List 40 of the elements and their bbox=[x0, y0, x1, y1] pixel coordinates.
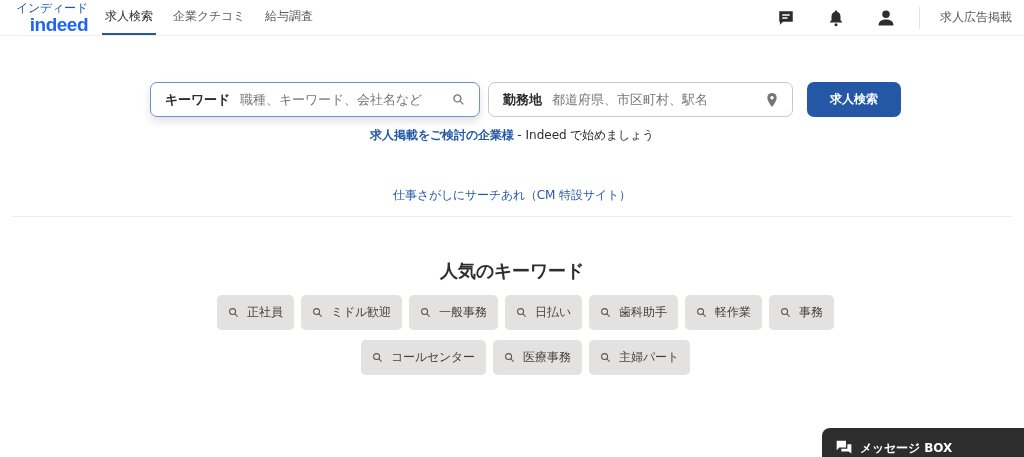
message-box-button[interactable]: メッセージ BOX bbox=[822, 428, 1024, 457]
message-icon[interactable] bbox=[777, 8, 795, 27]
search-icon bbox=[515, 307, 527, 318]
employer-promo: 求人掲載をご検討の企業様 - Indeed で始めましょう bbox=[368, 127, 656, 144]
keyword-chip[interactable]: 歯科助手 bbox=[588, 295, 678, 330]
logo[interactable]: indeed bbox=[29, 14, 88, 34]
logo-ruby: インディード bbox=[16, 1, 88, 15]
nav-tab[interactable]: 求人検索 bbox=[102, 0, 156, 35]
keyword-chip[interactable]: 医療事務 bbox=[492, 340, 582, 375]
search-icon bbox=[599, 307, 611, 318]
keyword-chip[interactable]: 日払い bbox=[504, 295, 582, 330]
location-pin-icon bbox=[765, 92, 778, 107]
search-icon bbox=[779, 307, 791, 318]
bell-icon[interactable] bbox=[827, 8, 845, 27]
keyword-chip[interactable]: 事務 bbox=[768, 295, 834, 330]
location-field[interactable]: 勤務地 都道府県、市区町村、駅名 bbox=[487, 82, 793, 117]
nav-tab[interactable]: 給与調査 bbox=[262, 0, 316, 35]
search-button[interactable]: 求人検索 bbox=[806, 82, 901, 117]
keyword-chip[interactable]: ミドル歓迎 bbox=[300, 295, 402, 330]
keyword-chip[interactable]: 主婦パート bbox=[588, 340, 690, 375]
search-icon bbox=[371, 352, 383, 363]
nav-tab[interactable]: 企業クチコミ bbox=[170, 0, 248, 35]
keyword-chip[interactable]: 一般事務 bbox=[408, 295, 498, 330]
keyword-chip[interactable]: 軽作業 bbox=[684, 295, 762, 330]
chat-icon bbox=[836, 440, 852, 455]
keyword-chip[interactable]: コールセンター bbox=[360, 340, 486, 375]
search-icon bbox=[311, 307, 323, 318]
employer-promo-link[interactable]: 求人掲載をご検討の企業様 bbox=[369, 128, 514, 142]
search-icon bbox=[599, 352, 611, 363]
search-icon bbox=[695, 307, 707, 318]
cm-link[interactable]: 仕事さがしにサーチあれ（CM 特設サイト） bbox=[392, 188, 632, 202]
section-title: 人気のキーワード bbox=[439, 259, 585, 283]
employer-link[interactable]: 求人広告掲載 bbox=[940, 9, 1012, 26]
user-icon[interactable] bbox=[877, 8, 895, 27]
search-icon bbox=[419, 307, 431, 318]
search-icon bbox=[451, 93, 465, 106]
search-icon bbox=[503, 352, 515, 363]
keyword-chip[interactable]: 正社員 bbox=[216, 295, 294, 330]
search-icon bbox=[227, 307, 239, 318]
keyword-field[interactable]: キーワード 職種、キーワード、会社名など bbox=[149, 82, 480, 117]
